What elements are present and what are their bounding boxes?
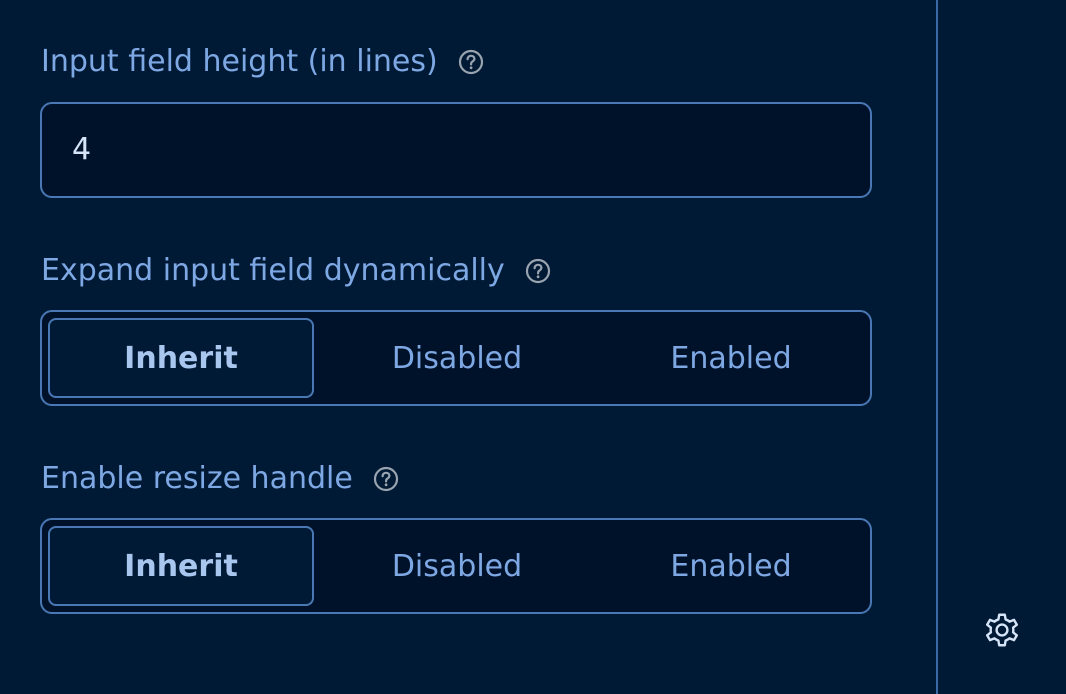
expand-option-enabled[interactable]: Enabled xyxy=(593,318,869,398)
resize-option-disabled[interactable]: Disabled xyxy=(321,526,593,606)
input-height-value: 4 xyxy=(72,132,92,167)
settings-panel: Input field height (in lines) 4 Expand i… xyxy=(0,0,936,694)
settings-button[interactable] xyxy=(982,610,1022,650)
question-circle-icon[interactable] xyxy=(458,49,484,75)
question-circle-icon[interactable] xyxy=(525,258,551,284)
input-height-label: Input field height (in lines) xyxy=(41,42,484,82)
resize-option-inherit[interactable]: Inherit xyxy=(48,526,314,606)
input-height-label-text: Input field height (in lines) xyxy=(41,44,438,79)
question-circle-icon[interactable] xyxy=(373,466,399,492)
resize-handle-label-text: Enable resize handle xyxy=(41,461,353,496)
expand-option-disabled[interactable]: Disabled xyxy=(321,318,593,398)
resize-handle-segmented: Inherit Disabled Enabled xyxy=(40,518,872,614)
resize-option-enabled[interactable]: Enabled xyxy=(593,526,869,606)
resize-handle-label: Enable resize handle xyxy=(41,459,399,499)
gear-icon xyxy=(986,613,1018,647)
side-rail xyxy=(936,0,1066,694)
settings-page: Input field height (in lines) 4 Expand i… xyxy=(0,0,1066,694)
expand-option-inherit[interactable]: Inherit xyxy=(48,318,314,398)
input-height-field[interactable]: 4 xyxy=(40,102,872,198)
expand-dynamically-label: Expand input field dynamically xyxy=(41,251,551,291)
expand-dynamically-segmented: Inherit Disabled Enabled xyxy=(40,310,872,406)
expand-dynamically-label-text: Expand input field dynamically xyxy=(41,253,505,288)
